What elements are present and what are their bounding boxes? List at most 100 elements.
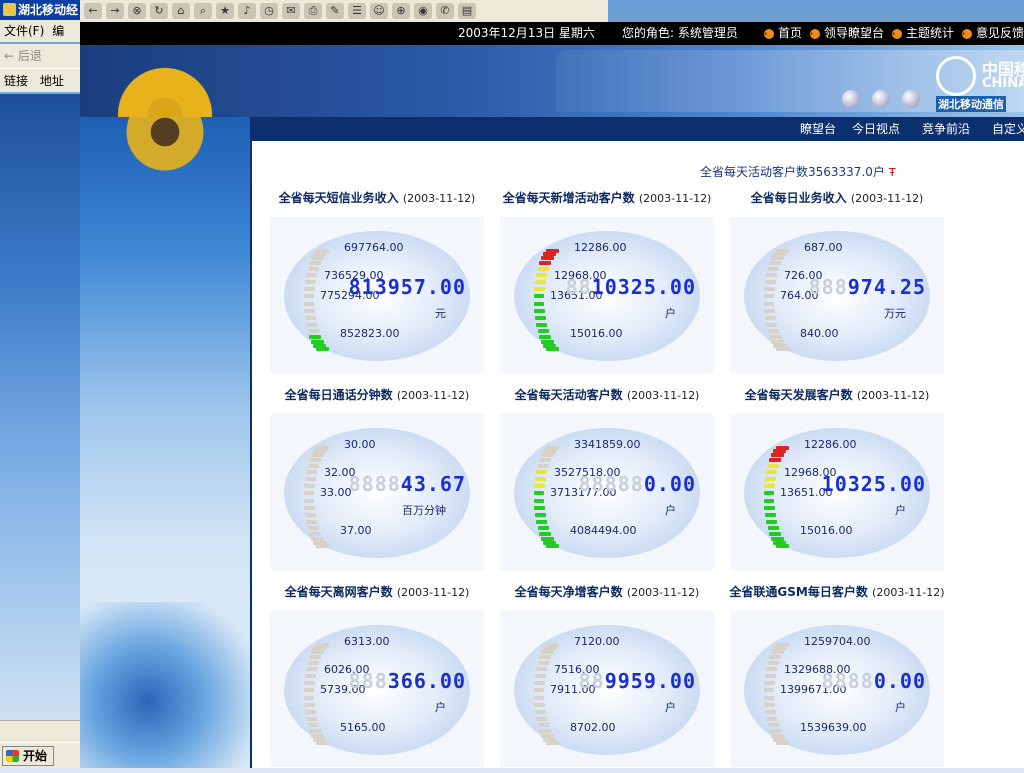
decorative-ball bbox=[872, 90, 890, 108]
back-arrow-icon[interactable]: ← bbox=[84, 3, 102, 19]
media-icon[interactable]: ♪ bbox=[238, 3, 256, 19]
notes-icon[interactable]: ▤ bbox=[458, 3, 476, 19]
gauge-scale-segment bbox=[771, 650, 784, 655]
gauge-scale-segment bbox=[304, 688, 315, 693]
gauge-scale-segment bbox=[541, 453, 554, 458]
gauge-scale-segment bbox=[534, 680, 545, 685]
gauge-scale-segment bbox=[304, 286, 315, 291]
gauge-scale-segment bbox=[304, 695, 315, 700]
gauge-panel: 全省每日业务收入 (2003-11-12) 687.00 726.00 764.00 8… bbox=[722, 189, 952, 379]
gauge-scale-segment bbox=[767, 526, 780, 531]
gauge-unit: 户 bbox=[665, 307, 676, 320]
print-icon[interactable]: ⎙ bbox=[304, 3, 322, 19]
gauge-scale-segment bbox=[769, 531, 782, 536]
browser-toolbar: ← → ⊗ ↻ ⌂ ⌕ ★ ♪ ◷ ✉ ⎙ ✎ ☰ ☺ ⊕ ◉ ✆ ▤ bbox=[80, 0, 608, 22]
gauge-title[interactable]: 全省每天活动客户数 (2003-11-12) bbox=[492, 386, 722, 403]
research-icon[interactable]: ⊕ bbox=[392, 3, 410, 19]
address-label[interactable]: 地址 bbox=[40, 74, 64, 88]
gauge-title[interactable]: 全省每天短信业务收入 (2003-11-12) bbox=[262, 189, 492, 206]
gauge-scale-segment bbox=[307, 660, 320, 665]
discuss-icon[interactable]: ☰ bbox=[348, 3, 366, 19]
start-button[interactable]: 开始 bbox=[2, 746, 54, 766]
stop-icon[interactable]: ⊗ bbox=[128, 3, 146, 19]
gauge-value: 888366.00 bbox=[348, 669, 466, 693]
gauge-scale-segment bbox=[307, 463, 320, 468]
marker-icon[interactable]: Ŧ bbox=[889, 166, 896, 179]
gauge-value: 888880.00 bbox=[578, 472, 696, 496]
gauge-scale-segment bbox=[539, 334, 552, 339]
nav-home[interactable]: › 首页 bbox=[764, 22, 802, 45]
gauge-scale-segment bbox=[304, 294, 315, 299]
gauge-scale-segment bbox=[766, 717, 778, 722]
edit-icon[interactable]: ✎ bbox=[326, 3, 344, 19]
gauge-title[interactable]: 全省每天净增客户数 (2003-11-12) bbox=[492, 583, 722, 600]
gauge-scale-segment bbox=[534, 286, 545, 291]
forward-arrow-icon[interactable]: → bbox=[106, 3, 124, 19]
gauge-scale-segment bbox=[304, 301, 315, 306]
nav-feedback[interactable]: › 意见反馈 bbox=[962, 22, 1024, 45]
gauge-value: 889959.00 bbox=[578, 669, 696, 693]
nav-leader-lookout[interactable]: › 领导瞭望台 bbox=[810, 22, 884, 45]
links-label[interactable]: 链接 bbox=[4, 74, 28, 88]
chat-icon[interactable]: ✆ bbox=[436, 3, 454, 19]
gauge-scale-segment bbox=[534, 688, 545, 693]
gauge-title[interactable]: 全省联通GSM每日客户数 (2003-11-12) bbox=[722, 583, 952, 600]
gauge-scale-segment bbox=[307, 526, 320, 531]
gauge-scale-segment bbox=[535, 710, 547, 715]
favorites-icon[interactable]: ★ bbox=[216, 3, 234, 19]
gauge-scale-segment bbox=[306, 272, 318, 277]
tab-custom[interactable]: 自定义 bbox=[992, 117, 1024, 141]
gauge-scale-segment bbox=[537, 266, 550, 271]
gauge-scale-segment bbox=[305, 513, 317, 518]
gauge-scale-segment bbox=[765, 710, 777, 715]
mail-icon[interactable]: ✉ bbox=[282, 3, 300, 19]
refresh-icon[interactable]: ↻ bbox=[150, 3, 168, 19]
gauge-title[interactable]: 全省每天离网客户数 (2003-11-12) bbox=[262, 583, 492, 600]
gauge-unit: 户 bbox=[435, 701, 446, 714]
gauge-panel: 全省每天新增活动客户数 (2003-11-12) 12286.00 12968.00… bbox=[492, 189, 722, 379]
gauge-scale-segment bbox=[539, 531, 552, 536]
tab-lookout[interactable]: 瞭望台 bbox=[800, 117, 836, 141]
gauge-label: 697764.00 bbox=[344, 241, 404, 254]
gauge-scale-segment bbox=[765, 279, 777, 284]
messenger-icon[interactable]: ☺ bbox=[370, 3, 388, 19]
gauge-scale-segment bbox=[535, 513, 547, 518]
gauge-scale-segment bbox=[305, 710, 317, 715]
gauge-title[interactable]: 全省每天新增活动客户数 (2003-11-12) bbox=[492, 189, 722, 206]
gauge-scale-segment bbox=[764, 491, 775, 496]
gauge-scale-segment bbox=[536, 272, 548, 277]
gauge-label: 5165.00 bbox=[340, 721, 386, 734]
tab-today-view[interactable]: 今日视点 bbox=[852, 117, 900, 141]
menu-file[interactable]: 文件(F) bbox=[0, 24, 48, 38]
dashboard-nav: 瞭望台 今日视点 竞争前沿 自定义 bbox=[252, 117, 1024, 141]
gauge-title[interactable]: 全省每天发展客户数 (2003-11-12) bbox=[722, 386, 952, 403]
gauge-scale-segment bbox=[304, 498, 315, 503]
tab-competition[interactable]: 竞争前沿 bbox=[922, 117, 970, 141]
nav-topic-stats[interactable]: › 主题统计 bbox=[892, 22, 954, 45]
gauge-title[interactable]: 全省每日业务收入 (2003-11-12) bbox=[722, 189, 952, 206]
qq-icon[interactable]: ◉ bbox=[414, 3, 432, 19]
gauge-scale-segment bbox=[309, 655, 322, 660]
history-icon[interactable]: ◷ bbox=[260, 3, 278, 19]
gauge-scale-segment bbox=[306, 469, 318, 474]
gauge-scale-segment bbox=[545, 346, 559, 351]
arrow-bullet-icon: › bbox=[892, 28, 903, 39]
gauge-scale-segment bbox=[775, 740, 789, 745]
back-button[interactable]: ← 后退 bbox=[0, 44, 80, 68]
gauge-scale-segment bbox=[307, 723, 320, 728]
search-icon[interactable]: ⌕ bbox=[194, 3, 212, 19]
gauge-scale-segment bbox=[769, 334, 782, 339]
gauge-scale-segment bbox=[535, 673, 547, 678]
home-icon[interactable]: ⌂ bbox=[172, 3, 190, 19]
gauge-title[interactable]: 全省每日通话分钟数 (2003-11-12) bbox=[262, 386, 492, 403]
gauge-label: 15016.00 bbox=[800, 524, 853, 537]
menu-edit[interactable]: 编 bbox=[48, 24, 68, 38]
gauge-scale-segment bbox=[767, 660, 780, 665]
gauge-label: 840.00 bbox=[800, 327, 839, 340]
gauge-scale-segment bbox=[304, 680, 315, 685]
gauge-panel: 全省每天活动客户数 (2003-11-12) 3341859.00 3527518.… bbox=[492, 386, 722, 576]
gauge-scale-segment bbox=[537, 463, 550, 468]
gauge-scale-segment bbox=[541, 256, 554, 261]
gauge-scale-segment bbox=[771, 453, 784, 458]
arrow-bullet-icon: › bbox=[810, 28, 821, 39]
